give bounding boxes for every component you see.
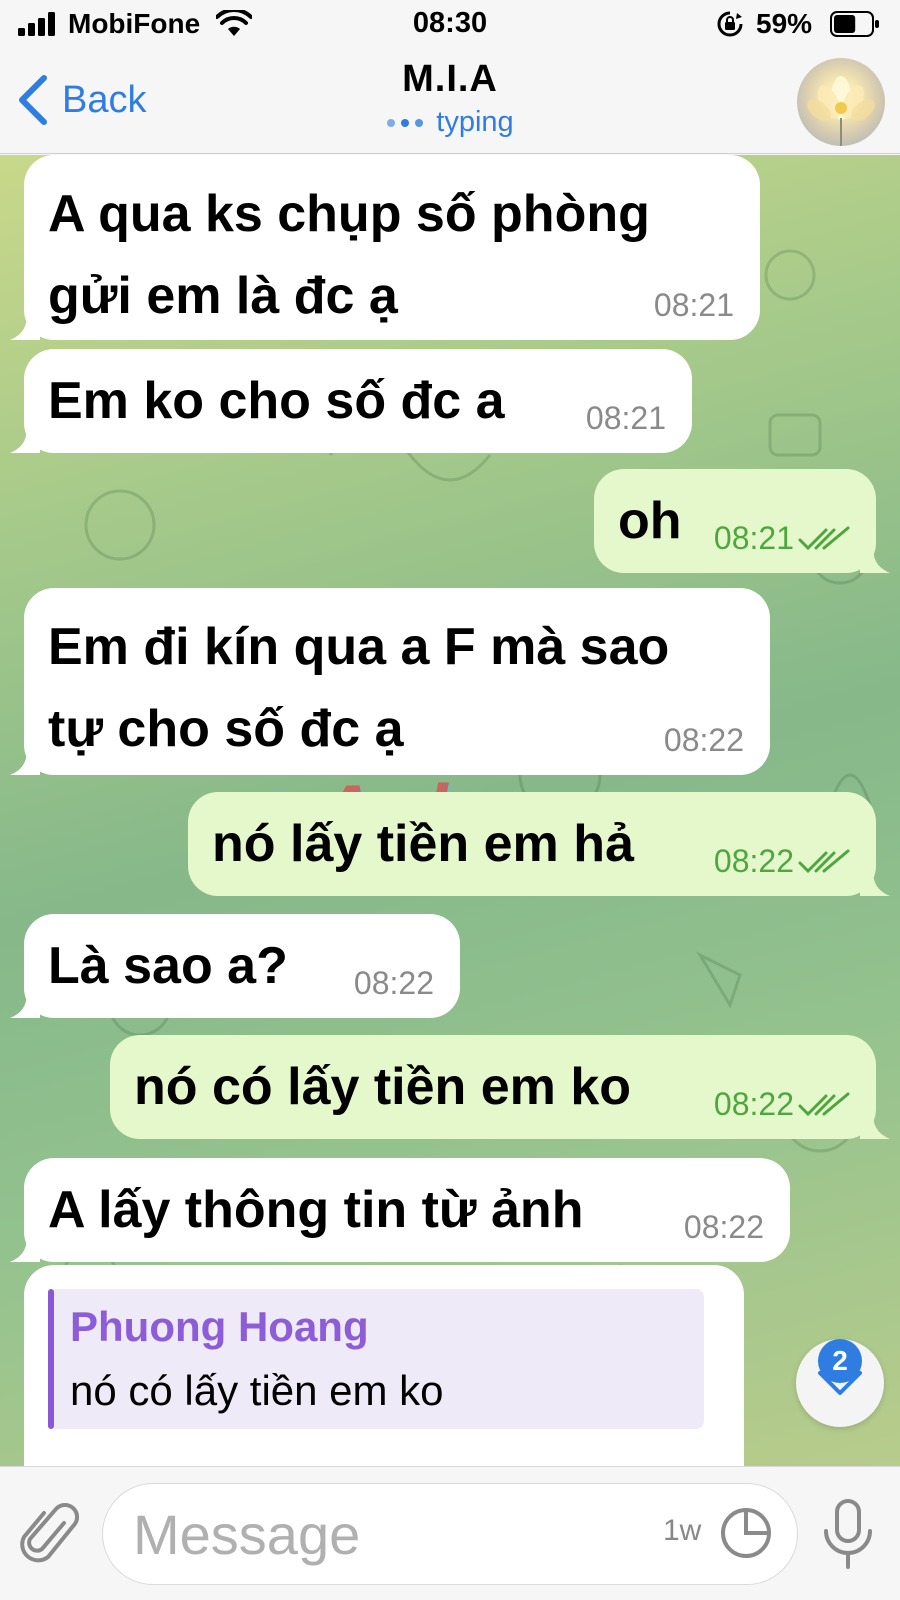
bubble-tail [10, 310, 40, 340]
status-bar: MobiFone 08:30 59% [0, 0, 900, 50]
reply-quoted-text: nó có lấy tiền em ko [70, 1367, 444, 1414]
bubble-tail [10, 423, 40, 453]
bubble-tail [860, 866, 890, 896]
message-meta: 08:22 [664, 722, 744, 759]
message-bubble-reply[interactable]: Phuong Hoang nó có lấy tiền em ko [24, 1265, 744, 1466]
message-time: 08:21 [713, 520, 794, 556]
typing-dots-icon [387, 118, 424, 127]
message-text: A qua ks chụp số phòng gửi em là đc ạ [48, 185, 650, 325]
message-meta: 08:22 [714, 1086, 850, 1123]
double-check-icon [798, 1092, 850, 1116]
message-bubble-incoming[interactable]: Em ko cho số đc a 08:21 [10, 349, 692, 453]
message-meta: 08:21 [654, 287, 734, 324]
rotation-lock-icon [717, 11, 743, 37]
bubble-tail [10, 745, 40, 775]
message-text: Em đi kín qua a F mà sao tự cho số đc ạ [48, 618, 670, 758]
bubble-tail [10, 1232, 40, 1262]
double-check-icon [798, 526, 850, 550]
message-placeholder: Message [133, 1503, 361, 1566]
message-text: Em ko cho số đc a [48, 372, 505, 430]
message-time: 08:22 [353, 965, 434, 1001]
message-text: A lấy thông tin từ ảnh [48, 1181, 584, 1239]
typing-status: typing [436, 106, 514, 138]
message-bubble-incoming[interactable]: Là sao a? 08:22 [10, 914, 460, 1018]
double-check-icon [798, 849, 850, 873]
reply-accent-bar [48, 1289, 54, 1429]
message-meta: 08:22 [714, 843, 850, 880]
unread-count-badge: 2 [818, 1339, 862, 1383]
message-time: 08:22 [663, 722, 744, 758]
message-bubble-incoming[interactable]: Em đi kín qua a F mà sao tự cho số đc ạ … [10, 588, 770, 775]
reply-quote[interactable]: Phuong Hoang nó có lấy tiền em ko [48, 1289, 704, 1429]
message-meta: 08:22 [684, 1209, 764, 1246]
avatar[interactable] [797, 58, 885, 146]
sticker-icon[interactable] [719, 1506, 773, 1560]
battery-percent: 59% [756, 8, 813, 39]
message-time: 08:22 [713, 843, 794, 879]
bubble-tail [860, 543, 890, 573]
message-bubble-outgoing[interactable]: nó lấy tiền em hả 08:22 [188, 792, 890, 896]
message-bubble-outgoing[interactable]: nó có lấy tiền em ko 08:22 [110, 1035, 890, 1139]
paperclip-icon[interactable] [20, 1501, 80, 1571]
microphone-icon[interactable] [820, 1497, 876, 1573]
chat-title[interactable]: M.I.A [0, 58, 900, 101]
bubble-tail [860, 1109, 890, 1139]
chat-header: Back M.I.A typing [0, 50, 900, 154]
message-time: 08:22 [683, 1209, 764, 1245]
message-input[interactable]: Message 1w [102, 1483, 798, 1585]
message-input-bar: Message 1w [0, 1466, 900, 1600]
message-meta: 08:22 [354, 965, 434, 1002]
chat-status: typing [0, 106, 900, 139]
reply-sender-name: Phuong Hoang [70, 1303, 369, 1350]
message-time: 08:21 [653, 287, 734, 323]
self-destruct-timer[interactable]: 1w [663, 1514, 701, 1548]
message-bubble-incoming[interactable]: A lấy thông tin từ ảnh 08:22 [10, 1158, 790, 1262]
message-time: 08:21 [585, 400, 666, 436]
message-meta: 08:21 [586, 400, 666, 437]
message-meta: 08:21 [714, 520, 850, 557]
chat-area[interactable]: A qua ks chụp số phòng gửi em là đc ạ 08… [0, 155, 900, 1466]
lotus-image [807, 76, 875, 146]
message-time: 08:22 [713, 1086, 794, 1122]
message-bubble-outgoing[interactable]: oh 08:21 [594, 469, 890, 573]
bubble-tail [10, 988, 40, 1018]
battery-icon [830, 11, 879, 37]
message-bubble-incoming[interactable]: A qua ks chụp số phòng gửi em là đc ạ 08… [10, 155, 760, 340]
